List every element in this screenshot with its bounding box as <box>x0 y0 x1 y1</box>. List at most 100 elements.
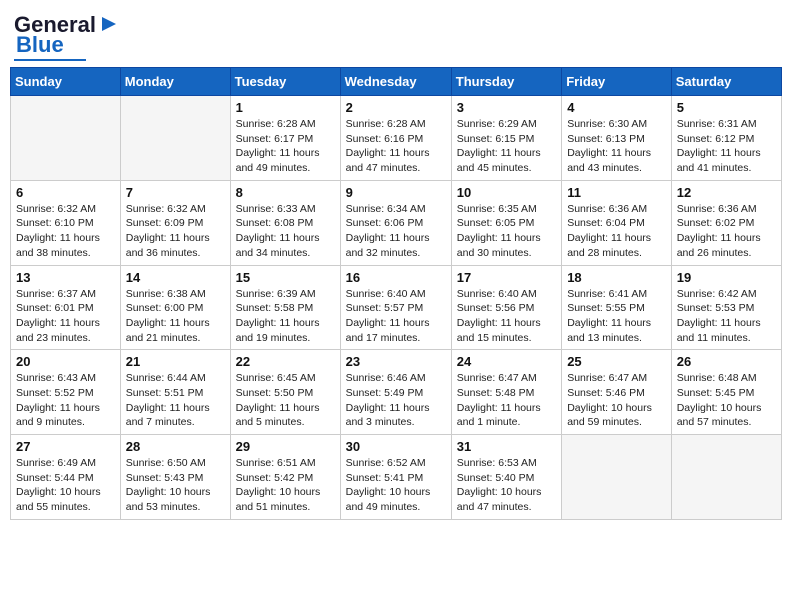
calendar-header-row: SundayMondayTuesdayWednesdayThursdayFrid… <box>11 68 782 96</box>
cell-content: Sunrise: 6:52 AMSunset: 5:41 PMDaylight:… <box>346 456 446 515</box>
cell-content: Sunrise: 6:29 AMSunset: 6:15 PMDaylight:… <box>457 117 556 176</box>
cell-content: Sunrise: 6:36 AMSunset: 6:02 PMDaylight:… <box>677 202 776 261</box>
calendar-cell: 17 Sunrise: 6:40 AMSunset: 5:56 PMDayligh… <box>451 265 561 350</box>
cell-content: Sunrise: 6:50 AMSunset: 5:43 PMDaylight:… <box>126 456 225 515</box>
cell-content: Sunrise: 6:47 AMSunset: 5:46 PMDaylight:… <box>567 371 666 430</box>
calendar-cell: 4 Sunrise: 6:30 AMSunset: 6:13 PMDaylight… <box>562 96 672 181</box>
cell-content: Sunrise: 6:28 AMSunset: 6:17 PMDaylight:… <box>236 117 335 176</box>
day-number: 11 <box>567 185 666 200</box>
cell-content: Sunrise: 6:46 AMSunset: 5:49 PMDaylight:… <box>346 371 446 430</box>
day-number: 10 <box>457 185 556 200</box>
day-number: 15 <box>236 270 335 285</box>
day-number: 31 <box>457 439 556 454</box>
calendar-cell: 28 Sunrise: 6:50 AMSunset: 5:43 PMDayligh… <box>120 435 230 520</box>
calendar-cell: 26 Sunrise: 6:48 AMSunset: 5:45 PMDayligh… <box>671 350 781 435</box>
calendar-cell: 29 Sunrise: 6:51 AMSunset: 5:42 PMDayligh… <box>230 435 340 520</box>
day-number: 17 <box>457 270 556 285</box>
calendar-cell: 19Sunrise: 6:42 AMSunset: 5:53 PMDayligh… <box>671 265 781 350</box>
cell-content: Sunrise: 6:39 AMSunset: 5:58 PMDaylight:… <box>236 287 335 346</box>
day-number: 14 <box>126 270 225 285</box>
calendar-cell: 15 Sunrise: 6:39 AMSunset: 5:58 PMDayligh… <box>230 265 340 350</box>
cell-content: Sunrise: 6:48 AMSunset: 5:45 PMDaylight:… <box>677 371 776 430</box>
page-header: General Blue <box>10 10 782 61</box>
day-number: 27 <box>16 439 115 454</box>
day-number: 4 <box>567 100 666 115</box>
calendar-cell: 5Sunrise: 6:31 AMSunset: 6:12 PMDaylight… <box>671 96 781 181</box>
calendar-cell: 18 Sunrise: 6:41 AMSunset: 5:55 PMDayligh… <box>562 265 672 350</box>
col-header-tuesday: Tuesday <box>230 68 340 96</box>
cell-content: Sunrise: 6:42 AMSunset: 5:53 PMDaylight:… <box>677 287 776 346</box>
day-number: 2 <box>346 100 446 115</box>
day-number: 12 <box>677 185 776 200</box>
calendar-cell: 1 Sunrise: 6:28 AMSunset: 6:17 PMDaylight… <box>230 96 340 181</box>
cell-content: Sunrise: 6:43 AMSunset: 5:52 PMDaylight:… <box>16 371 115 430</box>
cell-content: Sunrise: 6:51 AMSunset: 5:42 PMDaylight:… <box>236 456 335 515</box>
calendar-cell: 3Sunrise: 6:29 AMSunset: 6:15 PMDaylight… <box>451 96 561 181</box>
calendar-cell: 23 Sunrise: 6:46 AMSunset: 5:49 PMDayligh… <box>340 350 451 435</box>
cell-content: Sunrise: 6:34 AMSunset: 6:06 PMDaylight:… <box>346 202 446 261</box>
cell-content: Sunrise: 6:30 AMSunset: 6:13 PMDaylight:… <box>567 117 666 176</box>
calendar-cell: 16Sunrise: 6:40 AMSunset: 5:57 PMDayligh… <box>340 265 451 350</box>
cell-content: Sunrise: 6:45 AMSunset: 5:50 PMDaylight:… <box>236 371 335 430</box>
col-header-monday: Monday <box>120 68 230 96</box>
col-header-friday: Friday <box>562 68 672 96</box>
calendar-cell: 6Sunrise: 6:32 AMSunset: 6:10 PMDaylight… <box>11 180 121 265</box>
day-number: 29 <box>236 439 335 454</box>
day-number: 6 <box>16 185 115 200</box>
calendar-week-3: 13 Sunrise: 6:37 AMSunset: 6:01 PMDayligh… <box>11 265 782 350</box>
cell-content: Sunrise: 6:40 AMSunset: 5:56 PMDaylight:… <box>457 287 556 346</box>
day-number: 24 <box>457 354 556 369</box>
calendar-cell: 13 Sunrise: 6:37 AMSunset: 6:01 PMDayligh… <box>11 265 121 350</box>
calendar-cell: 27 Sunrise: 6:49 AMSunset: 5:44 PMDayligh… <box>11 435 121 520</box>
cell-content: Sunrise: 6:35 AMSunset: 6:05 PMDaylight:… <box>457 202 556 261</box>
logo: General Blue <box>14 14 120 61</box>
day-number: 23 <box>346 354 446 369</box>
day-number: 28 <box>126 439 225 454</box>
calendar-week-5: 27 Sunrise: 6:49 AMSunset: 5:44 PMDayligh… <box>11 435 782 520</box>
calendar-cell: 31 Sunrise: 6:53 AMSunset: 5:40 PMDayligh… <box>451 435 561 520</box>
calendar-cell: 9Sunrise: 6:34 AMSunset: 6:06 PMDaylight… <box>340 180 451 265</box>
calendar-cell: 11 Sunrise: 6:36 AMSunset: 6:04 PMDayligh… <box>562 180 672 265</box>
calendar-cell: 30Sunrise: 6:52 AMSunset: 5:41 PMDayligh… <box>340 435 451 520</box>
calendar-week-4: 20 Sunrise: 6:43 AMSunset: 5:52 PMDayligh… <box>11 350 782 435</box>
logo-blue: Blue <box>16 32 64 58</box>
day-number: 26 <box>677 354 776 369</box>
calendar-cell: 22 Sunrise: 6:45 AMSunset: 5:50 PMDayligh… <box>230 350 340 435</box>
day-number: 21 <box>126 354 225 369</box>
calendar-cell: 14 Sunrise: 6:38 AMSunset: 6:00 PMDayligh… <box>120 265 230 350</box>
day-number: 18 <box>567 270 666 285</box>
cell-content: Sunrise: 6:37 AMSunset: 6:01 PMDaylight:… <box>16 287 115 346</box>
day-number: 13 <box>16 270 115 285</box>
cell-content: Sunrise: 6:33 AMSunset: 6:08 PMDaylight:… <box>236 202 335 261</box>
cell-content: Sunrise: 6:53 AMSunset: 5:40 PMDaylight:… <box>457 456 556 515</box>
calendar-cell: 2Sunrise: 6:28 AMSunset: 6:16 PMDaylight… <box>340 96 451 181</box>
day-number: 8 <box>236 185 335 200</box>
day-number: 25 <box>567 354 666 369</box>
calendar-cell <box>120 96 230 181</box>
cell-content: Sunrise: 6:32 AMSunset: 6:09 PMDaylight:… <box>126 202 225 261</box>
cell-content: Sunrise: 6:38 AMSunset: 6:00 PMDaylight:… <box>126 287 225 346</box>
cell-content: Sunrise: 6:41 AMSunset: 5:55 PMDaylight:… <box>567 287 666 346</box>
cell-content: Sunrise: 6:49 AMSunset: 5:44 PMDaylight:… <box>16 456 115 515</box>
col-header-wednesday: Wednesday <box>340 68 451 96</box>
cell-content: Sunrise: 6:40 AMSunset: 5:57 PMDaylight:… <box>346 287 446 346</box>
logo-underline <box>14 59 86 61</box>
day-number: 22 <box>236 354 335 369</box>
calendar-cell: 20 Sunrise: 6:43 AMSunset: 5:52 PMDayligh… <box>11 350 121 435</box>
calendar: SundayMondayTuesdayWednesdayThursdayFrid… <box>10 67 782 520</box>
calendar-week-1: 1 Sunrise: 6:28 AMSunset: 6:17 PMDaylight… <box>11 96 782 181</box>
calendar-cell <box>562 435 672 520</box>
col-header-sunday: Sunday <box>11 68 121 96</box>
day-number: 1 <box>236 100 335 115</box>
calendar-week-2: 6Sunrise: 6:32 AMSunset: 6:10 PMDaylight… <box>11 180 782 265</box>
cell-content: Sunrise: 6:44 AMSunset: 5:51 PMDaylight:… <box>126 371 225 430</box>
day-number: 7 <box>126 185 225 200</box>
cell-content: Sunrise: 6:36 AMSunset: 6:04 PMDaylight:… <box>567 202 666 261</box>
calendar-cell: 10 Sunrise: 6:35 AMSunset: 6:05 PMDayligh… <box>451 180 561 265</box>
logo-icon <box>98 13 120 35</box>
col-header-thursday: Thursday <box>451 68 561 96</box>
day-number: 20 <box>16 354 115 369</box>
calendar-cell <box>671 435 781 520</box>
day-number: 5 <box>677 100 776 115</box>
cell-content: Sunrise: 6:47 AMSunset: 5:48 PMDaylight:… <box>457 371 556 430</box>
